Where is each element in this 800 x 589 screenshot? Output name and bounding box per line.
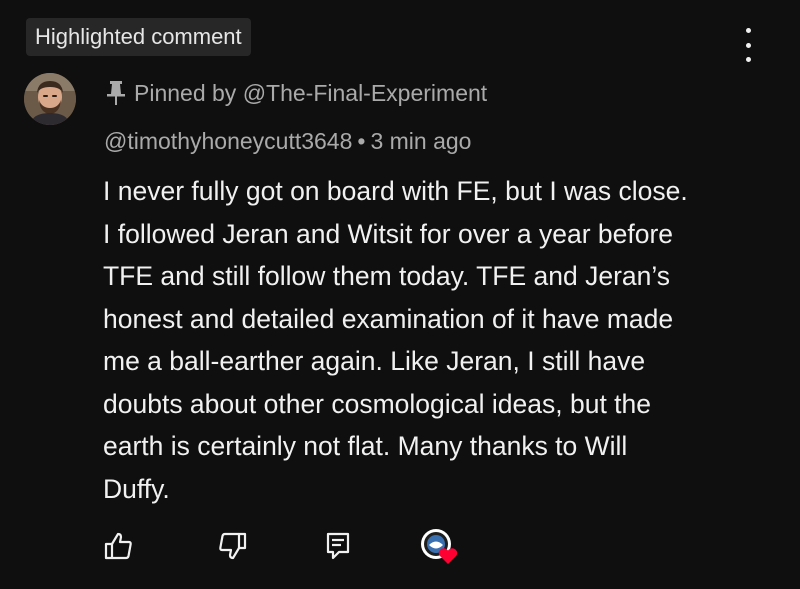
reply-icon (322, 530, 354, 567)
thumbs-down-icon (217, 530, 249, 567)
meta-separator: • (357, 128, 366, 154)
comment-text-line: honest and detailed examination of it ha… (103, 303, 674, 334)
comment-text-line: doubts about other cosmological ideas, b… (103, 388, 652, 419)
comment-text-line: earth is certainly not flat. Many thanks… (103, 431, 628, 461)
creator-heart-button[interactable] (420, 528, 460, 568)
vertical-dots-icon (745, 28, 751, 33)
like-button[interactable] (98, 528, 138, 568)
comment-text: I never fully got on board with FE, but … (103, 170, 763, 510)
highlighted-comment-badge: Highlighted comment (26, 18, 251, 56)
reply-button[interactable] (318, 528, 358, 568)
pinned-indicator: Pinned by @The-Final-Experiment (106, 78, 487, 108)
comment-meta: @timothyhoneycutt3648 • 3 min ago (104, 128, 471, 155)
comment-text-line: I followed Jeran and Witsit for over a y… (103, 218, 674, 249)
comment-text-line: TFE and still follow them today. TFE and… (103, 261, 671, 291)
avatar-image (24, 73, 76, 125)
comment-timestamp[interactable]: 3 min ago (370, 128, 471, 154)
thumbs-up-icon (102, 530, 134, 567)
comment-text-line: I never fully got on board with FE, but … (103, 176, 688, 206)
comment-author[interactable]: @timothyhoneycutt3648 (104, 128, 352, 154)
more-options-button[interactable] (735, 28, 761, 62)
dislike-button[interactable] (213, 528, 253, 568)
pin-icon (106, 80, 126, 106)
avatar[interactable] (24, 73, 76, 125)
creator-heart-icon (418, 526, 462, 571)
badge-label: Highlighted comment (35, 24, 242, 49)
comment-text-line: me a ball-earther again. Like Jeran, I s… (103, 346, 646, 376)
comment-text-line: Duffy. (103, 473, 170, 504)
pinned-label: Pinned by @The-Final-Experiment (134, 79, 488, 106)
